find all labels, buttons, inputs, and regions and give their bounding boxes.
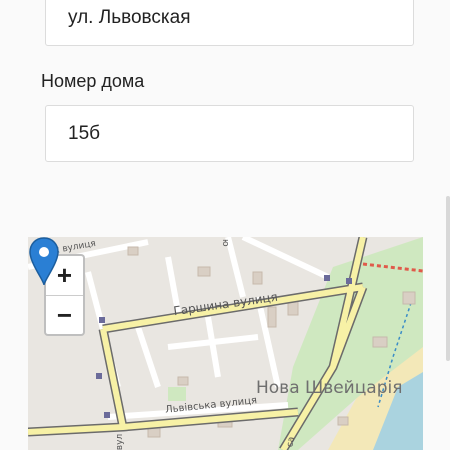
small-park	[168, 387, 186, 401]
district-label: Нова Швейцарія	[256, 378, 403, 398]
location-marker-icon[interactable]	[28, 237, 60, 287]
map-view[interactable]: Ах вулиця ю Гаршина вулиця Львівська вул…	[28, 237, 423, 450]
map-tiles	[28, 237, 423, 450]
street-label-bottom-left: вул	[115, 433, 126, 450]
street-label-vertical: ю	[220, 239, 230, 247]
house-number-input[interactable]: 15б	[45, 105, 414, 162]
street-label-bottom-right: ca	[285, 435, 298, 449]
side-scrollbar[interactable]	[446, 196, 450, 361]
house-number-label: Номер дома	[41, 71, 145, 91]
zoom-out-button[interactable]: −	[46, 295, 83, 334]
house-number-value: 15б	[68, 122, 101, 144]
street-input-value: ул. Львовская	[68, 7, 191, 28]
street-input[interactable]: ул. Львовская	[45, 0, 414, 46]
